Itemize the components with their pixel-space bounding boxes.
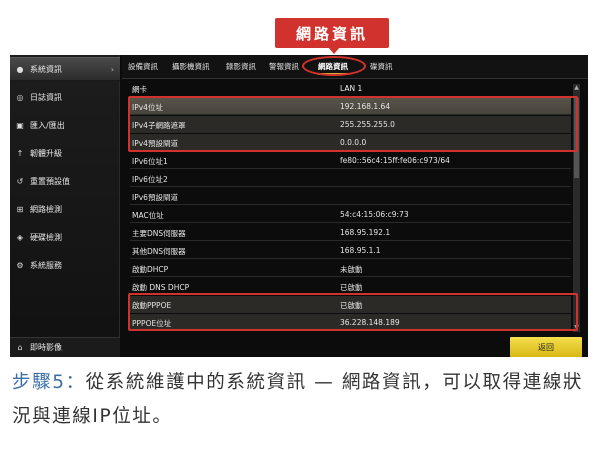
table-row: IPv6位址2 (130, 170, 571, 187)
tab-alarm-info[interactable]: 警報資訊 (269, 61, 299, 75)
row-key: 啟動 DNS DHCP (132, 283, 190, 292)
live-view-button[interactable]: ⌂ 即時影像 (10, 337, 120, 357)
row-key: MAC位址 (132, 211, 164, 220)
row-key: 其他DNS伺服器 (132, 247, 186, 256)
row-value: 168.95.192.1 (340, 228, 391, 237)
table-row: 主要DNS伺服器 168.95.192.1 (130, 224, 571, 241)
row-value: 54:c4:15:06:c9:73 (340, 210, 409, 219)
sidebar-item-log-info[interactable]: ◎ 日誌資訊 (10, 85, 120, 109)
sidebar-item-label: 匯入/匯出 (30, 120, 65, 130)
callout-pointer (328, 47, 340, 54)
nvr-screen: ● 系統資訊 › ◎ 日誌資訊 ▣ 匯入/匯出 ↑ 韌體升級 ↺ 重置預設值 ⊞… (10, 55, 588, 357)
sidebar-item-import-export[interactable]: ▣ 匯入/匯出 (10, 113, 120, 137)
sidebar-item-label: 韌體升級 (30, 148, 62, 158)
tab-disk-info[interactable]: 碟資訊 (370, 61, 393, 75)
row-value: 未啟動 (340, 265, 363, 274)
row-key: IPv6預設閘道 (132, 193, 178, 202)
sidebar-item-firmware-upgrade[interactable]: ↑ 韌體升級 (10, 141, 120, 165)
row-value: LAN 1 (340, 84, 363, 93)
sidebar-item-label: 網路檢測 (30, 204, 62, 214)
sidebar: ● 系統資訊 › ◎ 日誌資訊 ▣ 匯入/匯出 ↑ 韌體升級 ↺ 重置預設值 ⊞… (10, 55, 120, 357)
scroll-up-icon[interactable]: ▲ (573, 84, 580, 92)
table-row: 啟動DHCP 未啟動 (130, 260, 571, 277)
tab-record-info[interactable]: 錄影資訊 (226, 61, 256, 75)
sidebar-item-system-service[interactable]: ⚙ 系統服務 (10, 253, 120, 277)
back-button[interactable]: 返回 (510, 337, 582, 357)
sidebar-item-network-check[interactable]: ⊞ 網路檢測 (10, 197, 120, 221)
reset-icon: ↺ (16, 176, 24, 186)
row-key: 啟動DHCP (132, 265, 169, 274)
sidebar-item-system-info[interactable]: ● 系統資訊 › (10, 57, 120, 81)
sidebar-item-label: 重置預設值 (30, 176, 70, 186)
caption: 步驟5：從系統維護中的系統資訊 — 網路資訊，可以取得連線狀況與連線IP位址。 (12, 366, 592, 434)
row-value: 已啟動 (340, 283, 363, 292)
import-icon: ▣ (16, 120, 24, 130)
table-row: 其他DNS伺服器 168.95.1.1 (130, 242, 571, 259)
table-row: MAC位址 54:c4:15:06:c9:73 (130, 206, 571, 223)
caption-step: 步驟5： (12, 372, 86, 393)
row-key: IPv6位址2 (132, 175, 168, 184)
network-tab-highlight-ellipse (302, 56, 366, 76)
ipv4-highlight-box (128, 96, 578, 152)
sidebar-item-label: 系統服務 (30, 260, 62, 270)
sidebar-item-label: 硬碟檢測 (30, 232, 62, 242)
log-icon: ◎ (16, 92, 24, 102)
service-icon: ⚙ (16, 260, 24, 270)
disk-icon: ◈ (16, 232, 24, 242)
upgrade-icon: ↑ (16, 148, 24, 158)
row-key: 主要DNS伺服器 (132, 229, 186, 238)
row-key: IPv6位址1 (132, 157, 168, 166)
sidebar-item-label: 系統資訊 (30, 64, 62, 74)
callout-label: 網路資訊 (275, 18, 389, 48)
sidebar-item-disk-check[interactable]: ◈ 硬碟檢測 (10, 225, 120, 249)
row-key: 網卡 (132, 85, 147, 94)
pppoe-highlight-box (128, 293, 578, 331)
info-icon: ● (16, 64, 24, 74)
table-row: 網卡 LAN 1 (130, 80, 571, 97)
caption-text: 從系統維護中的系統資訊 — 網路資訊，可以取得連線狀況與連線IP位址。 (12, 372, 584, 427)
tab-camera-info[interactable]: 攝影機資訊 (172, 61, 210, 75)
home-icon: ⌂ (17, 343, 23, 352)
sidebar-item-label: 日誌資訊 (30, 92, 62, 102)
table-row: IPv6預設閘道 (130, 188, 571, 205)
row-value: fe80::56c4:15ff:fe06:c973/64 (340, 156, 450, 165)
sidebar-item-reset-default[interactable]: ↺ 重置預設值 (10, 169, 120, 193)
table-row: IPv6位址1 fe80::56c4:15ff:fe06:c973/64 (130, 152, 571, 169)
tab-device-info[interactable]: 設備資訊 (128, 61, 158, 75)
network-icon: ⊞ (16, 204, 24, 214)
chevron-right-icon: › (110, 65, 114, 74)
live-view-label: 即時影像 (30, 343, 62, 352)
row-value: 168.95.1.1 (340, 246, 381, 255)
